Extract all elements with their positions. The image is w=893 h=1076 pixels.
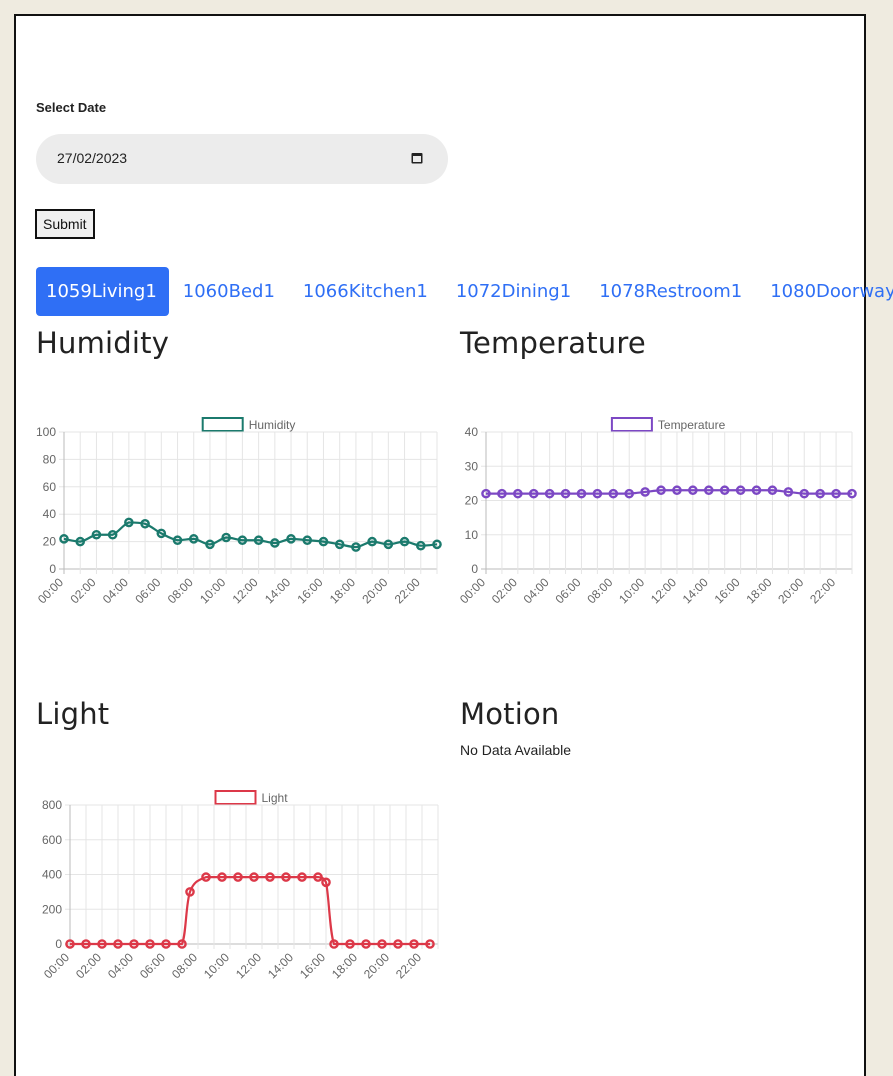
humidity-y-tick-label: 100 [36, 425, 56, 439]
humidity-series-line [63, 521, 438, 549]
light-x-tick-label: 10:00 [201, 950, 232, 981]
light-series-line [70, 876, 430, 946]
date-input-value: 27/02/2023 [57, 150, 128, 166]
temperature-chart: Temperature 0 10 20 30 40 00:00 02:00 04:00 06:00… [457, 417, 857, 606]
light-y-tick-label: 0 [55, 937, 62, 951]
page-container: Select Date 27/02/2023 Submit 1059Living… [14, 14, 893, 1076]
light-y-tick-label: 800 [42, 798, 62, 812]
temperature-x-tick-label: 18:00 [743, 575, 774, 606]
light-x-tick-label: 22:00 [393, 950, 424, 981]
tab-1078restroom1[interactable]: 1078Restroom1 [585, 267, 756, 316]
tab-1059living1[interactable]: 1059Living1 [36, 267, 169, 316]
humidity-x-tick-label: 00:00 [35, 575, 66, 606]
light-x-tick-label: 02:00 [73, 950, 104, 981]
humidity-title: Humidity [36, 326, 170, 360]
humidity-y-tick-label: 60 [43, 480, 57, 494]
temperature-x-tick-label: 04:00 [521, 575, 552, 606]
humidity-x-tick-label: 14:00 [262, 575, 293, 606]
tab-1060bed1[interactable]: 1060Bed1 [169, 267, 289, 316]
humidity-x-tick-label: 22:00 [392, 575, 423, 606]
light-x-tick-label: 20:00 [361, 950, 392, 981]
light-chart: Light 0 200 400 600 800 00:00 02:00 04:00 06:00 08… [41, 790, 439, 981]
submit-button[interactable]: Submit [35, 209, 95, 239]
humidity-x-tick-label: 08:00 [165, 575, 196, 606]
humidity-y-tick-label: 80 [43, 452, 57, 466]
humidity-legend-swatch [201, 417, 244, 432]
light-y-tick-label: 400 [42, 868, 62, 882]
temperature-x-tick-label: 00:00 [457, 575, 488, 606]
temperature-legend-label: Temperature [658, 418, 726, 432]
temperature-legend[interactable]: Temperature [610, 417, 726, 432]
humidity-legend[interactable]: Humidity [201, 417, 296, 432]
light-x-tick-label: 18:00 [329, 950, 360, 981]
light-y-tick-label: 600 [42, 833, 62, 847]
tab-1066kitchen1[interactable]: 1066Kitchen1 [289, 267, 442, 316]
temperature-x-tick-label: 12:00 [648, 575, 679, 606]
humidity-x-tick-label: 12:00 [230, 575, 261, 606]
tab-1080doorway1[interactable]: 1080Doorway1 [756, 267, 893, 316]
light-x-tick-label: 04:00 [105, 950, 136, 981]
light-x-tick-label: 06:00 [137, 950, 168, 981]
select-date-label: Select Date [36, 100, 107, 115]
temperature-x-tick-label: 16:00 [712, 575, 743, 606]
temperature-x-tick-label: 14:00 [680, 575, 711, 606]
light-legend-swatch [214, 790, 257, 805]
tab-1072dining1[interactable]: 1072Dining1 [442, 267, 585, 316]
temperature-x-tick-label: 20:00 [775, 575, 806, 606]
light-title: Light [36, 697, 110, 731]
temperature-series-line [486, 489, 852, 495]
temperature-legend-swatch [610, 417, 653, 432]
light-x-tick-label: 14:00 [265, 950, 296, 981]
light-x-tick-label: 00:00 [41, 950, 72, 981]
room-tabs: 1059Living1 1060Bed1 1066Kitchen1 1072Di… [36, 267, 893, 316]
humidity-chart: Humidity 0 20 40 60 80 100 00:00 02:00 04:00 06:00… [35, 417, 442, 606]
humidity-x-tick-label: 20:00 [359, 575, 390, 606]
light-x-tick-label: 08:00 [169, 950, 200, 981]
temperature-y-tick-label: 40 [465, 425, 479, 439]
humidity-y-tick-label: 20 [43, 535, 57, 549]
motion-title: Motion [460, 697, 560, 731]
temperature-y-tick-label: 30 [465, 459, 479, 473]
humidity-x-tick-label: 16:00 [294, 575, 325, 606]
temperature-x-tick-label: 10:00 [616, 575, 647, 606]
light-legend[interactable]: Light [214, 790, 289, 805]
temperature-y-tick-label: 20 [465, 494, 479, 508]
motion-no-data: No Data Available [460, 742, 572, 758]
light-y-tick-label: 200 [42, 902, 62, 916]
temperature-x-tick-label: 02:00 [489, 575, 520, 606]
temperature-x-tick-label: 06:00 [552, 575, 583, 606]
temperature-title: Temperature [460, 326, 646, 360]
humidity-x-tick-label: 10:00 [197, 575, 228, 606]
temperature-y-tick-label: 10 [465, 528, 479, 542]
temperature-x-tick-label: 08:00 [584, 575, 615, 606]
date-input[interactable]: 27/02/2023 [36, 134, 448, 184]
light-x-tick-label: 12:00 [233, 950, 264, 981]
light-x-tick-label: 16:00 [297, 950, 328, 981]
humidity-x-tick-label: 04:00 [100, 575, 131, 606]
humidity-y-tick-label: 0 [49, 562, 56, 576]
humidity-x-tick-label: 02:00 [67, 575, 98, 606]
humidity-y-tick-label: 40 [43, 507, 57, 521]
light-legend-label: Light [262, 791, 289, 805]
temperature-x-tick-label: 22:00 [807, 575, 838, 606]
humidity-x-tick-label: 18:00 [327, 575, 358, 606]
humidity-legend-label: Humidity [249, 418, 296, 432]
calendar-icon[interactable] [411, 152, 423, 164]
humidity-x-tick-label: 06:00 [132, 575, 163, 606]
temperature-y-tick-label: 0 [471, 562, 478, 576]
